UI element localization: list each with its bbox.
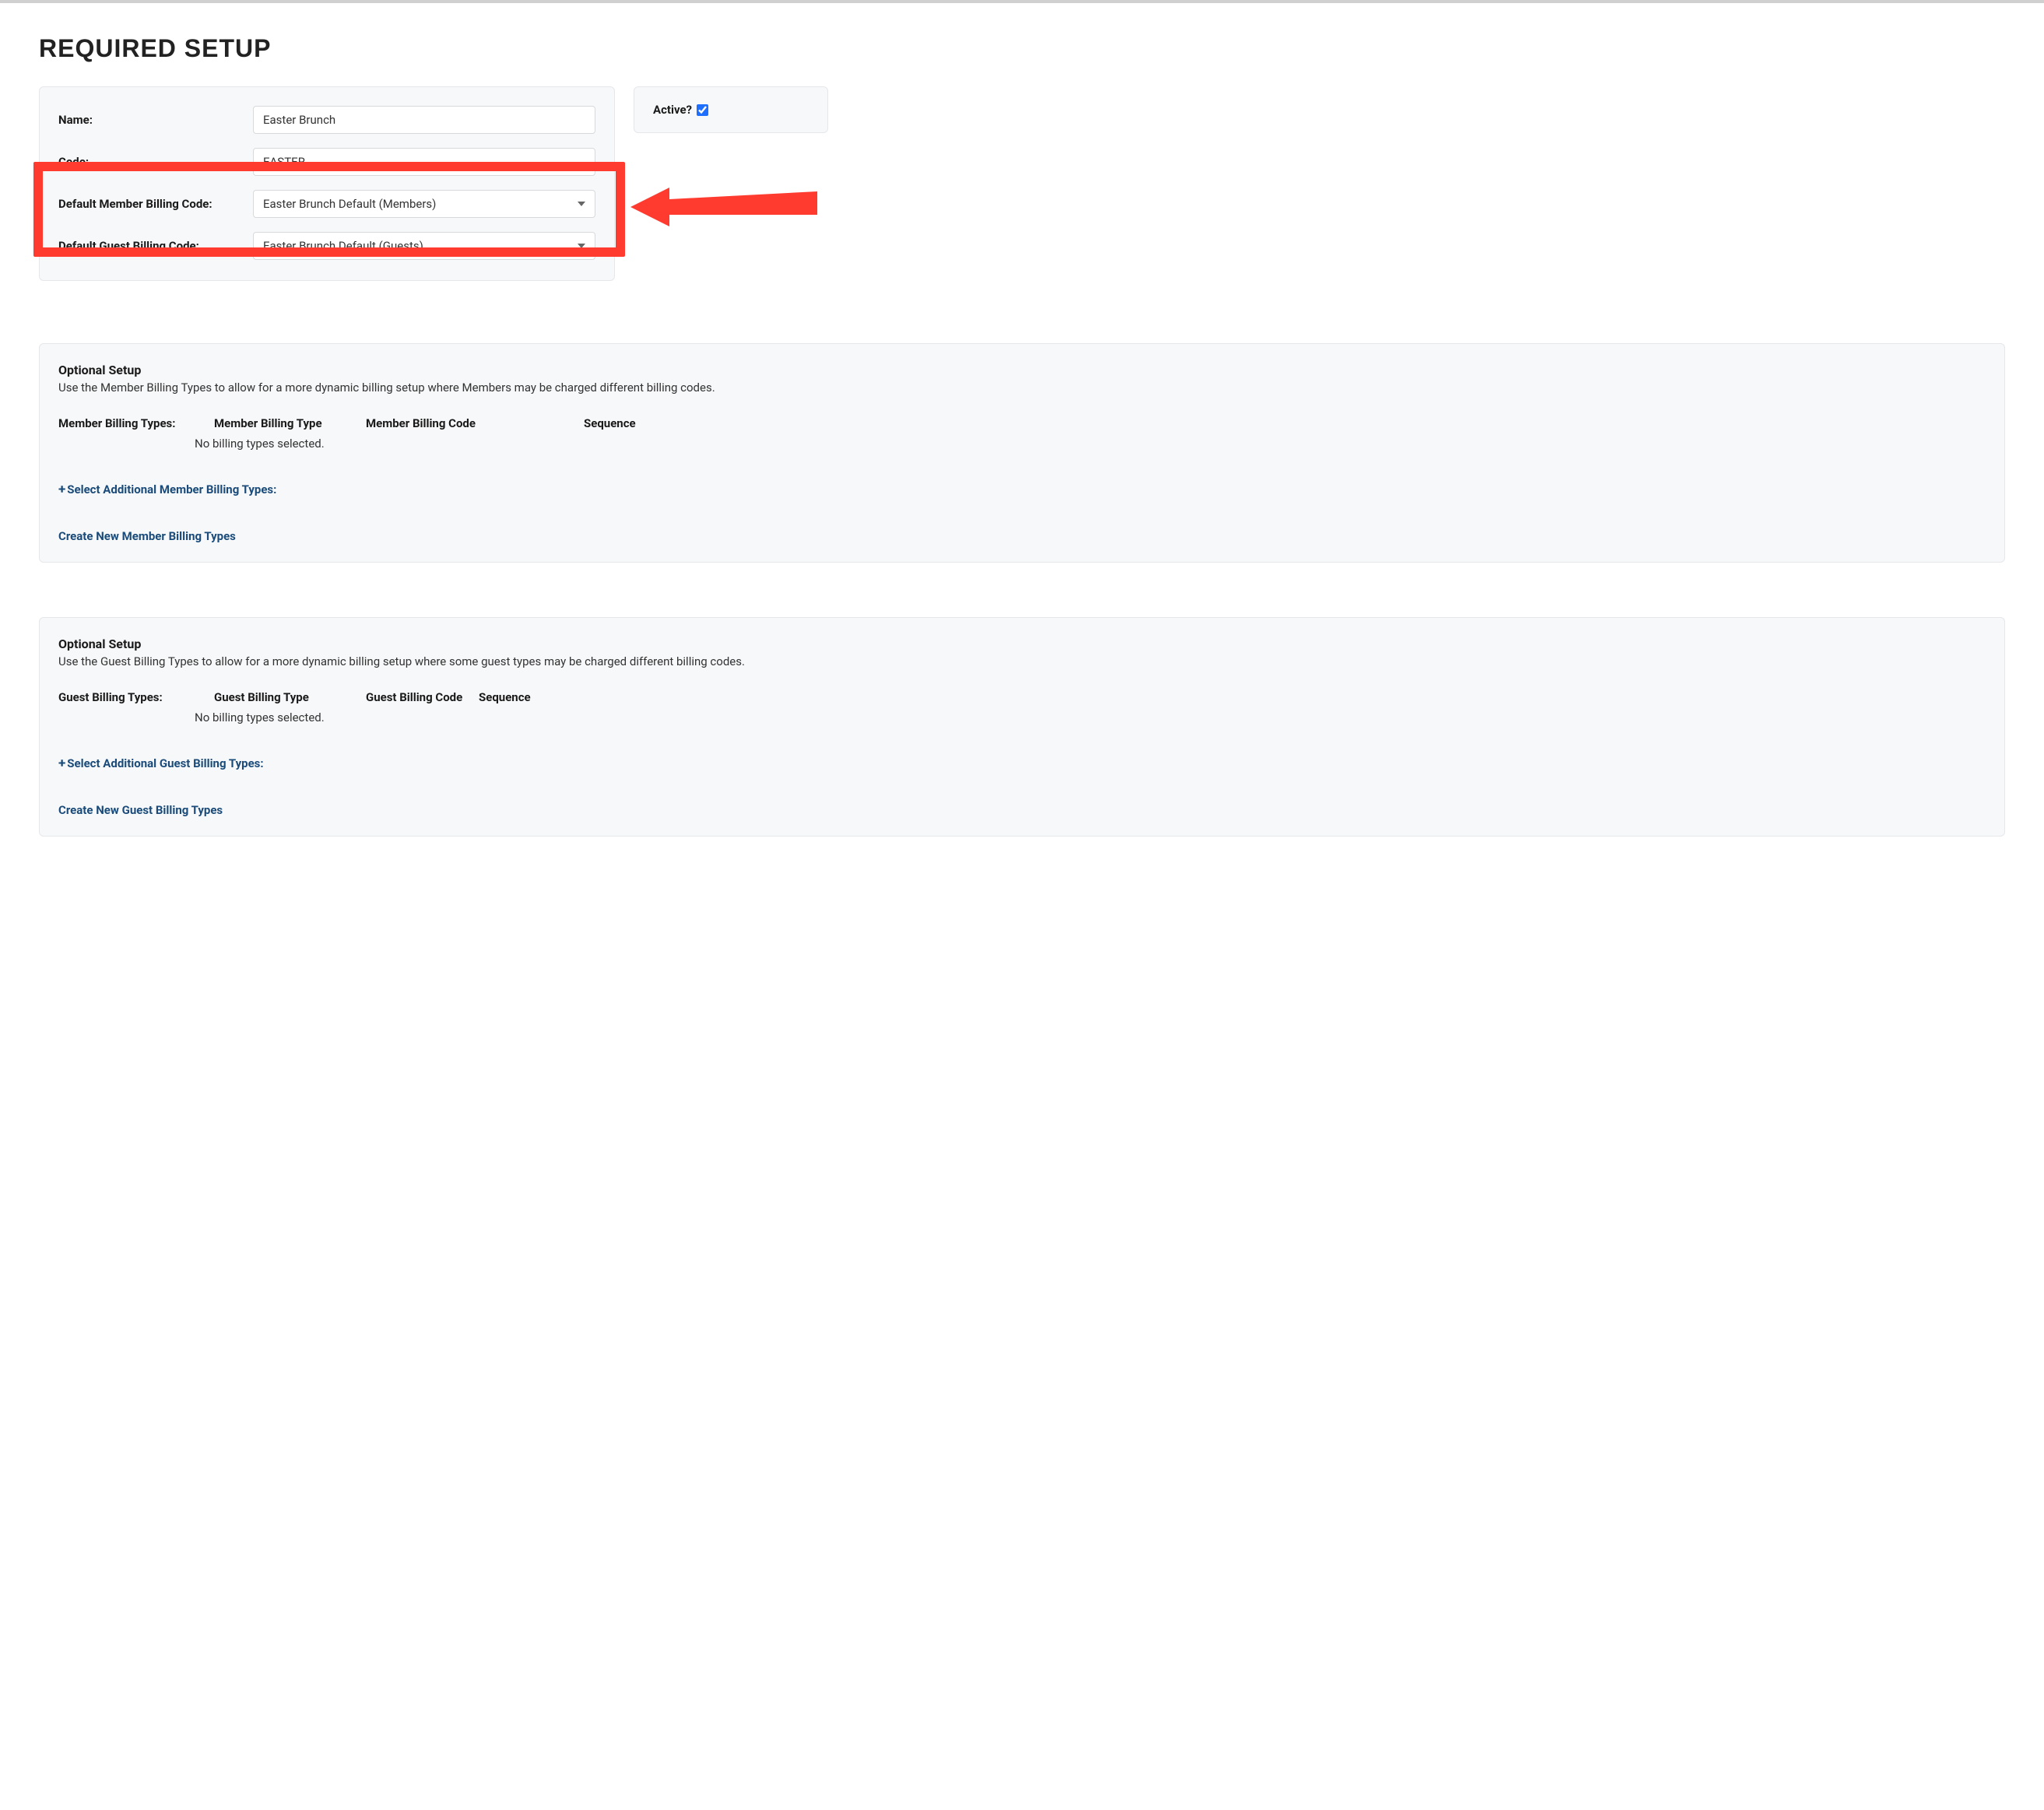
- select-member-types-label: Select Additional Member Billing Types:: [67, 482, 276, 496]
- guest-col-seq: Sequence: [479, 690, 1986, 704]
- guest-types-label: Guest Billing Types:: [58, 690, 214, 704]
- member-billing-row: Default Member Billing Code: Easter Brun…: [58, 190, 595, 218]
- guest-col-type: Guest Billing Type: [214, 690, 366, 704]
- select-member-types-link[interactable]: + Select Additional Member Billing Types…: [58, 482, 276, 497]
- guest-col-code: Guest Billing Code: [366, 690, 479, 704]
- member-col-code: Member Billing Code: [366, 416, 584, 430]
- guest-billing-label: Default Guest Billing Code:: [58, 239, 253, 253]
- guest-optional-title: Optional Setup: [58, 637, 1986, 651]
- member-empty-text: No billing types selected.: [195, 437, 1986, 451]
- active-card: Active?: [634, 86, 828, 133]
- create-member-types-link[interactable]: Create New Member Billing Types: [58, 529, 236, 543]
- name-input[interactable]: [253, 106, 595, 134]
- member-col-type: Member Billing Type: [214, 416, 366, 430]
- member-optional-card: Optional Setup Use the Member Billing Ty…: [39, 343, 2005, 563]
- member-col-seq: Sequence: [584, 416, 1986, 430]
- plus-icon: +: [58, 482, 65, 497]
- page-title: REQUIRED SETUP: [39, 34, 2005, 63]
- name-label: Name:: [58, 113, 253, 127]
- required-setup-card: Name: Code: Default Member Billing Code:…: [39, 86, 615, 281]
- create-guest-types-link[interactable]: Create New Guest Billing Types: [58, 803, 223, 817]
- select-guest-types-label: Select Additional Guest Billing Types:: [67, 756, 263, 770]
- guest-empty-text: No billing types selected.: [195, 710, 1986, 724]
- member-table-header: Member Billing Types: Member Billing Typ…: [58, 416, 1986, 430]
- plus-icon: +: [58, 756, 65, 771]
- active-checkbox[interactable]: [697, 104, 708, 116]
- member-optional-title: Optional Setup: [58, 363, 1986, 377]
- member-billing-select[interactable]: Easter Brunch Default (Members): [253, 190, 595, 218]
- code-label: Code:: [58, 155, 253, 169]
- required-setup-row: Name: Code: Default Member Billing Code:…: [39, 86, 2005, 281]
- select-guest-types-link[interactable]: + Select Additional Guest Billing Types:: [58, 756, 264, 771]
- active-label: Active?: [653, 103, 692, 117]
- code-row: Code:: [58, 148, 595, 176]
- guest-optional-desc: Use the Guest Billing Types to allow for…: [58, 654, 1986, 668]
- name-row: Name:: [58, 106, 595, 134]
- guest-billing-select[interactable]: Easter Brunch Default (Guests): [253, 232, 595, 260]
- member-billing-label: Default Member Billing Code:: [58, 197, 253, 211]
- guest-optional-card: Optional Setup Use the Guest Billing Typ…: [39, 617, 2005, 837]
- guest-billing-row: Default Guest Billing Code: Easter Brunc…: [58, 232, 595, 260]
- guest-table-header: Guest Billing Types: Guest Billing Type …: [58, 690, 1986, 704]
- annotation-arrow: [630, 180, 825, 234]
- member-types-label: Member Billing Types:: [58, 416, 214, 430]
- code-input[interactable]: [253, 148, 595, 176]
- member-optional-desc: Use the Member Billing Types to allow fo…: [58, 381, 1986, 395]
